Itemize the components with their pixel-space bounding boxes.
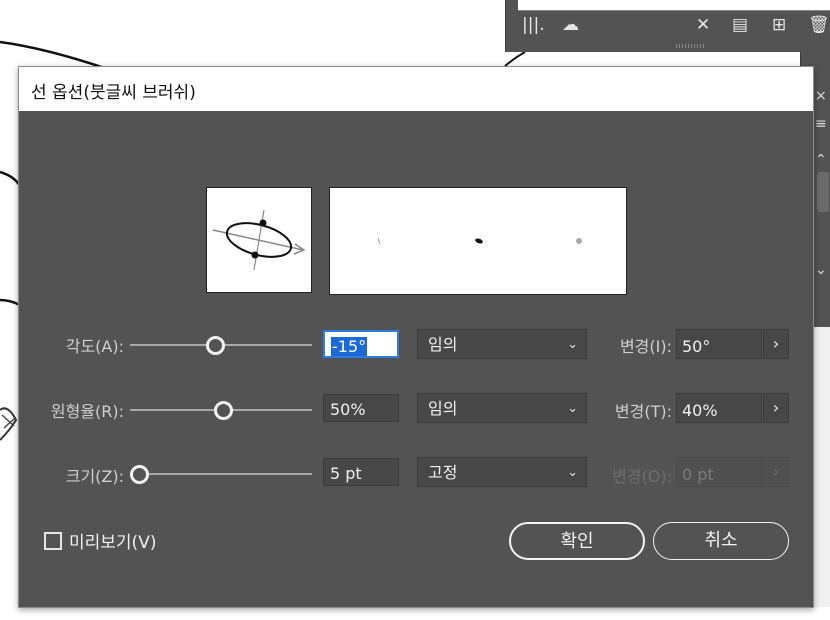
size-field[interactable]: 5 pt — [323, 458, 399, 486]
roundness-variation-label: 변경(T): — [614, 402, 672, 421]
size-variation-label: 변경(O): — [612, 467, 672, 486]
roundness-handle[interactable] — [259, 219, 267, 227]
chevron-down-icon: ⌄ — [567, 337, 578, 352]
roundness-method-value: 임의 — [428, 399, 458, 418]
remove-brush-icon[interactable]: ✕ — [696, 14, 710, 36]
roundness-method-select[interactable]: 임의 ⌄ — [417, 393, 587, 423]
angle-label: 각도(A): — [65, 337, 124, 356]
dialog-title: 선 옵션(붓글씨 브러쉬) — [31, 83, 196, 103]
size-method-value: 고정 — [428, 463, 458, 482]
angle-variation-field[interactable]: 50° — [676, 329, 762, 359]
size-variation-field: 0 pt — [676, 457, 762, 487]
chevron-down-icon: ⌄ — [567, 465, 578, 480]
creative-cloud-icon[interactable]: ☁ — [562, 14, 579, 36]
size-label: 크기(Z): — [65, 467, 124, 486]
chevron-down-icon: ⌄ — [567, 401, 578, 416]
roundness-field[interactable]: 50% — [323, 394, 399, 422]
panel-resize-grip[interactable] — [676, 44, 706, 48]
brush-options-icon[interactable]: ▤ — [732, 14, 748, 36]
roundness-variation-field[interactable]: 40% — [676, 393, 762, 423]
cancel-button[interactable]: 취소 — [653, 522, 789, 560]
angle-method-value: 임의 — [428, 335, 458, 354]
close-icon[interactable]: × — [815, 88, 827, 104]
size-variation-arrow-button: › — [763, 457, 789, 487]
brushes-panel-toolbar: |||․ ☁ ✕ ▤ ⊞ 🗑 — [505, 0, 830, 52]
trash-icon[interactable]: 🗑 — [808, 14, 830, 36]
angle-variation-arrow-button[interactable]: › — [763, 329, 789, 359]
preview-checkbox[interactable] — [44, 532, 62, 550]
ok-button[interactable]: 확인 — [509, 522, 645, 560]
size-slider[interactable] — [130, 473, 312, 475]
size-method-select[interactable]: 고정 ⌄ — [417, 457, 587, 487]
dialog-titlebar[interactable]: 선 옵션(붓글씨 브러쉬) — [19, 67, 813, 111]
libraries-icon[interactable]: |||․ — [522, 14, 545, 36]
new-brush-icon[interactable]: ⊞ — [772, 14, 786, 36]
size-slider-knob[interactable] — [130, 465, 149, 484]
brush-variation-preview — [329, 187, 627, 295]
angle-field[interactable]: -15° — [323, 330, 399, 358]
preview-checkbox-label[interactable]: 미리보기(V) — [69, 528, 156, 553]
roundness-label: 원형율(R): — [50, 402, 124, 421]
angle-slider-knob[interactable] — [206, 336, 225, 355]
brush-strip — [518, 0, 830, 11]
angle-method-select[interactable]: 임의 ⌄ — [417, 329, 587, 359]
brush-shape-preview[interactable] — [206, 187, 312, 293]
roundness-handle[interactable] — [251, 251, 259, 259]
scrollbar-thumb[interactable] — [817, 172, 829, 212]
roundness-slider-knob[interactable] — [214, 401, 233, 420]
roundness-variation-arrow-button[interactable]: › — [763, 393, 789, 423]
scroll-up-icon[interactable]: ⌃ — [815, 152, 827, 168]
angle-variation-label: 변경(I): — [619, 337, 672, 356]
panel-menu-icon[interactable]: ≡ — [815, 116, 827, 132]
scroll-down-icon[interactable]: ⌄ — [815, 262, 827, 278]
stroke-options-dialog: 선 옵션(붓글씨 브러쉬) 각도(A): -15° 임의 ⌄ 변경(I): 50… — [18, 66, 814, 608]
